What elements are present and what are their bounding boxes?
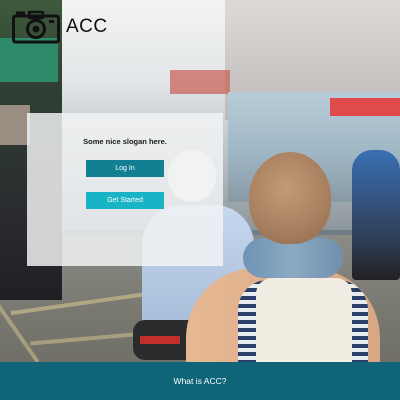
background-green-sign	[0, 38, 58, 82]
background-rider-right	[352, 150, 400, 280]
background-scarf	[243, 238, 343, 278]
slogan-text: Some nice slogan here.	[83, 137, 167, 146]
background-scooter-light	[140, 336, 180, 344]
background-person-head	[249, 152, 331, 244]
background-bus-sign	[330, 98, 400, 116]
login-button[interactable]: Log In	[86, 160, 164, 177]
what-is-acc-link[interactable]: What is ACC?	[174, 376, 227, 386]
brand-logo[interactable]: ACC	[12, 10, 108, 44]
brand-name: ACC	[66, 16, 108, 37]
get-started-button[interactable]: Get Started	[86, 192, 164, 209]
footer-bar: What is ACC?	[0, 362, 400, 400]
background-shop-sign	[0, 105, 30, 145]
background-red-sign	[170, 70, 230, 94]
login-card: Some nice slogan here. Log In Get Starte…	[27, 113, 223, 266]
camera-icon	[12, 10, 60, 44]
background-backpack	[256, 278, 352, 368]
